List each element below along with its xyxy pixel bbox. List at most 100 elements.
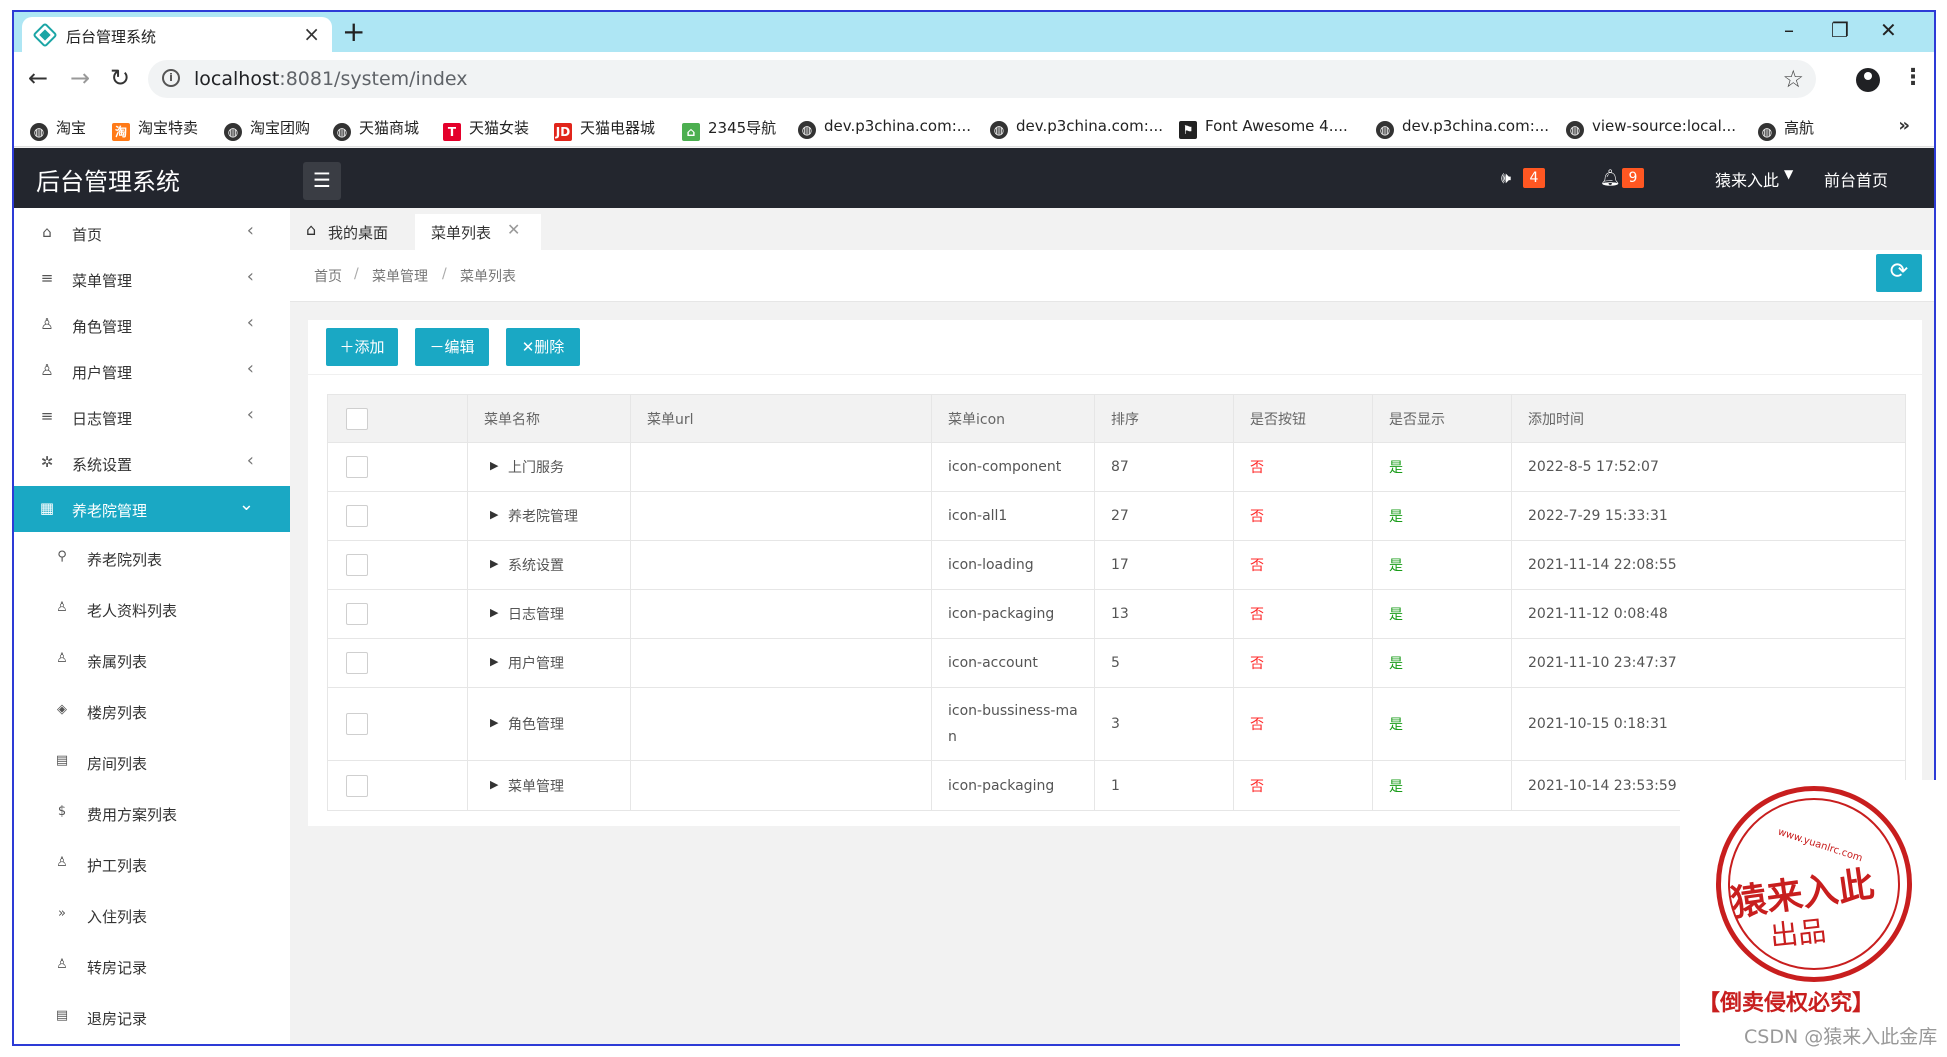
expand-triangle-icon[interactable]: ▶ (490, 716, 498, 729)
globe-icon: ◍ (990, 121, 1008, 139)
row-checkbox[interactable] (346, 774, 368, 797)
browser-tab[interactable]: 后台管理系统 × (22, 17, 332, 52)
sub-item-room-transfer[interactable]: ♙ 转房记录 (14, 946, 290, 986)
globe-icon: ◍ (798, 121, 816, 139)
bookmarks-more-button[interactable]: » (1898, 115, 1910, 136)
sub-item-caregiver-list[interactable]: ♙ 护工列表 (14, 844, 290, 884)
bookmark-item[interactable]: ◍ view-source:local... (1566, 117, 1736, 139)
bookmark-item[interactable]: ◍ 天猫商城 (333, 117, 419, 141)
sidebar-item-log[interactable]: ≡ 日志管理 ‹ (14, 394, 290, 440)
caret-down-icon[interactable]: ▼ (1784, 167, 1793, 181)
add-button[interactable]: ＋添加 (326, 328, 398, 366)
table-row[interactable]: ▶ 角色管理 icon-bussiness-man 3 否 是 2021-10-1… (328, 688, 1905, 761)
bell-icon[interactable]: 🔔︎ (1600, 168, 1620, 187)
table-row[interactable]: ▶ 菜单管理 icon-packaging 1 否 是 2021-10-14 23… (328, 761, 1905, 810)
bookmark-item[interactable]: ◍ 高航 (1758, 117, 1814, 141)
row-checkbox[interactable] (346, 603, 368, 625)
refresh-button[interactable]: ⟳ (1876, 254, 1922, 292)
table-row[interactable]: ▶ 养老院管理 icon-all1 27 否 是 2022-7-29 15:33:… (328, 492, 1905, 541)
sidebar-item-role[interactable]: ♙ 角色管理 ‹ (14, 302, 290, 348)
expand-triangle-icon[interactable]: ▶ (490, 655, 498, 668)
url-input[interactable]: i localhost:8081/system/index ☆ (148, 60, 1816, 98)
minimize-button[interactable]: – (1784, 18, 1794, 42)
sidebar-item-nursing-home[interactable]: ▦ 养老院管理 ⌄ (14, 486, 290, 532)
user-menu[interactable]: 猿来入此 (1715, 167, 1779, 191)
sub-item-checkout-records[interactable]: ▤ 退房记录 (14, 997, 290, 1037)
expand-triangle-icon[interactable]: ▶ (490, 508, 498, 521)
bookmark-item[interactable]: ◍ 淘宝 (30, 117, 86, 141)
header-label: 菜单url (647, 411, 694, 428)
breadcrumb-home[interactable]: 首页 (314, 266, 342, 286)
bookmark-item[interactable]: T 天猫女装 (443, 117, 529, 141)
bookmark-item[interactable]: ⚑ Font Awesome 4.... (1179, 117, 1348, 139)
tab-close-icon[interactable]: ✕ (507, 220, 520, 239)
globe-icon: ◍ (30, 123, 48, 141)
bookmark-item[interactable]: JD 天猫电器城 (554, 117, 655, 141)
expand-triangle-icon[interactable]: ▶ (490, 459, 498, 472)
sidebar-item-menu[interactable]: ≡ 菜单管理 ‹ (14, 256, 290, 302)
bookmark-item[interactable]: ◍ dev.p3china.com:... (1376, 117, 1549, 139)
tab-label: 菜单列表 (431, 224, 492, 242)
bookmark-label: 淘宝特卖 (138, 119, 199, 137)
table-row[interactable]: ▶ 上门服务 icon-component 87 否 是 2022-8-5 17:… (328, 443, 1905, 492)
tab-close-icon[interactable]: × (303, 23, 320, 45)
bookmark-star-icon[interactable]: ☆ (1782, 65, 1804, 93)
back-arrow-icon[interactable]: ← (28, 64, 48, 92)
sub-item-room-list[interactable]: ▤ 房间列表 (14, 742, 290, 782)
sort-cell: 3 (1094, 688, 1233, 760)
sidebar-item-label: 角色管理 (72, 318, 133, 336)
bookmark-item[interactable]: ⌂ 2345导航 (682, 117, 776, 141)
site-info-icon[interactable]: i (162, 69, 180, 87)
sidebar-item-user[interactable]: ♙ 用户管理 ‹ (14, 348, 290, 394)
expand-triangle-icon[interactable]: ▶ (490, 557, 498, 570)
sub-item-relative-list[interactable]: ♙ 亲属列表 (14, 640, 290, 680)
is-button-value: 否 (1250, 656, 1264, 672)
sort-cell: 87 (1094, 443, 1233, 491)
row-checkbox[interactable] (346, 713, 368, 735)
reload-icon[interactable]: ↻ (110, 64, 130, 92)
url-cell (630, 443, 931, 491)
select-all-checkbox[interactable] (346, 407, 368, 430)
row-checkbox[interactable] (346, 456, 368, 478)
header-cell: 添加时间 (1511, 395, 1907, 442)
delete-button[interactable]: ✕删除 (506, 328, 580, 366)
maximize-button[interactable]: ❐ (1831, 18, 1849, 42)
sub-item-building-list[interactable]: ◈ 楼房列表 (14, 691, 290, 731)
expand-triangle-icon[interactable]: ▶ (490, 778, 498, 791)
sub-item-nursing-home-list[interactable]: ⚲ 养老院列表 (14, 538, 290, 578)
sort-cell: 1 (1094, 761, 1233, 810)
megaphone-icon[interactable]: 🕪 (1501, 168, 1511, 188)
sub-item-elder-list[interactable]: ♙ 老人资料列表 (14, 589, 290, 629)
menu-toggle-icon[interactable]: ☰ (303, 162, 341, 200)
sidebar-item-label: 系统设置 (72, 456, 133, 474)
is-show-value: 是 (1389, 656, 1403, 672)
tab-menu-list[interactable]: 菜单列表 ✕ (415, 214, 541, 250)
sub-item-fee-plan-list[interactable]: $ 费用方案列表 (14, 793, 290, 833)
new-tab-button[interactable]: + (342, 16, 365, 48)
table-row[interactable]: ▶ 系统设置 icon-loading 17 否 是 2021-11-14 22:… (328, 541, 1905, 590)
row-checkbox[interactable] (346, 652, 368, 674)
sub-item-checkin-list[interactable]: » 入住列表 (14, 895, 290, 935)
close-window-button[interactable]: ✕ (1880, 18, 1897, 42)
breadcrumb-menu-manage[interactable]: 菜单管理 (372, 266, 428, 286)
table-row[interactable]: ▶ 日志管理 icon-packaging 13 否 是 2021-11-12 0… (328, 590, 1905, 639)
bookmark-item[interactable]: ◍ dev.p3china.com:... (798, 117, 971, 139)
bookmark-item[interactable]: ◍ dev.p3china.com:... (990, 117, 1163, 139)
row-checkbox[interactable] (346, 505, 368, 527)
sidebar-item-home[interactable]: ⌂ 首页 ‹ (14, 210, 290, 256)
is-button-value: 否 (1250, 460, 1264, 476)
expand-triangle-icon[interactable]: ▶ (490, 606, 498, 619)
table-row[interactable]: ▶ 用户管理 icon-account 5 否 是 2021-11-10 23:4… (328, 639, 1905, 688)
browser-tab-strip: 后台管理系统 × + – ❐ ✕ (14, 12, 1934, 52)
browser-menu-icon[interactable]: ⋮ (1902, 64, 1924, 92)
bookmark-item[interactable]: ◍ 淘宝团购 (224, 117, 310, 141)
bookmark-item[interactable]: 淘淘宝特卖 (112, 117, 199, 141)
front-home-link[interactable]: 前台首页 (1824, 167, 1888, 191)
edit-button[interactable]: －编辑 (415, 328, 489, 366)
forward-arrow-icon[interactable]: → (70, 64, 90, 92)
add-time: 2022-8-5 17:52:07 (1528, 459, 1659, 475)
is-button-cell: 否 (1233, 443, 1372, 491)
sidebar-item-settings[interactable]: ✲ 系统设置 ‹ (14, 440, 290, 486)
row-checkbox[interactable] (346, 554, 368, 576)
profile-avatar-icon[interactable] (1856, 68, 1880, 92)
